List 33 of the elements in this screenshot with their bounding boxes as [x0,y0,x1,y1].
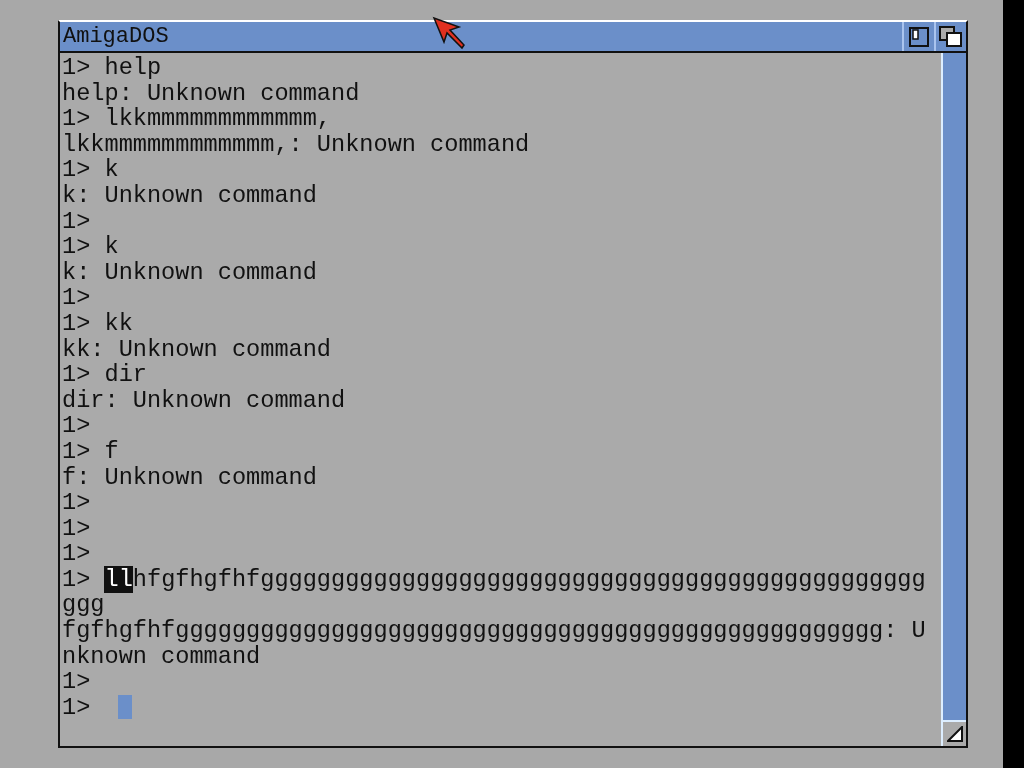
console-line: ggg [62,592,105,619]
console-line: 1> [62,541,91,567]
console-line: 1> f [62,438,119,465]
console-line: 1> [62,669,91,695]
console-line: 1> [62,413,91,439]
console-line: 1> k [62,157,119,183]
console-line: 1> llhfgfhgfhfggggggggggggggggggggggggggggggggggggggggggggggg [62,566,926,593]
console-line: f: Unknown command [62,464,317,491]
console-line: nknown command [62,643,261,670]
console-line: fgfhgfhfgggggggggggggggggggggggggggggggggggggggggggggggggg: U [62,618,926,644]
console-line: 1> [62,490,91,516]
console-line: k: Unknown command [62,182,317,209]
console-line: help: Unknown command [62,80,360,107]
console-line: 1> [62,208,91,235]
console-line: 1> help [62,55,162,81]
console-line: 1> k [62,234,119,260]
depth-icon [939,25,963,48]
zoom-icon [909,26,929,47]
console-line: 1> [62,694,91,721]
console-line: 1> kk [62,310,133,337]
mouse-pointer-icon [432,16,466,52]
console-line: dir: Unknown command [62,387,346,414]
console-line: 1> dir [62,362,147,388]
console-line: 1> [62,285,91,311]
window-title: AmigaDOS [62,25,169,48]
console-line: kk: Unknown command [62,336,331,363]
console-line: k: Unknown command [62,259,317,286]
scrollbar[interactable] [943,53,966,720]
title-bar[interactable]: AmigaDOS [60,22,966,53]
resize-icon [946,726,963,742]
console-line: 1> [62,515,91,542]
console-line: 1> lkkmmmmmmmmmmmm, [62,106,331,132]
console-line: lkkmmmmmmmmmmmm,: Unknown command [62,131,530,158]
